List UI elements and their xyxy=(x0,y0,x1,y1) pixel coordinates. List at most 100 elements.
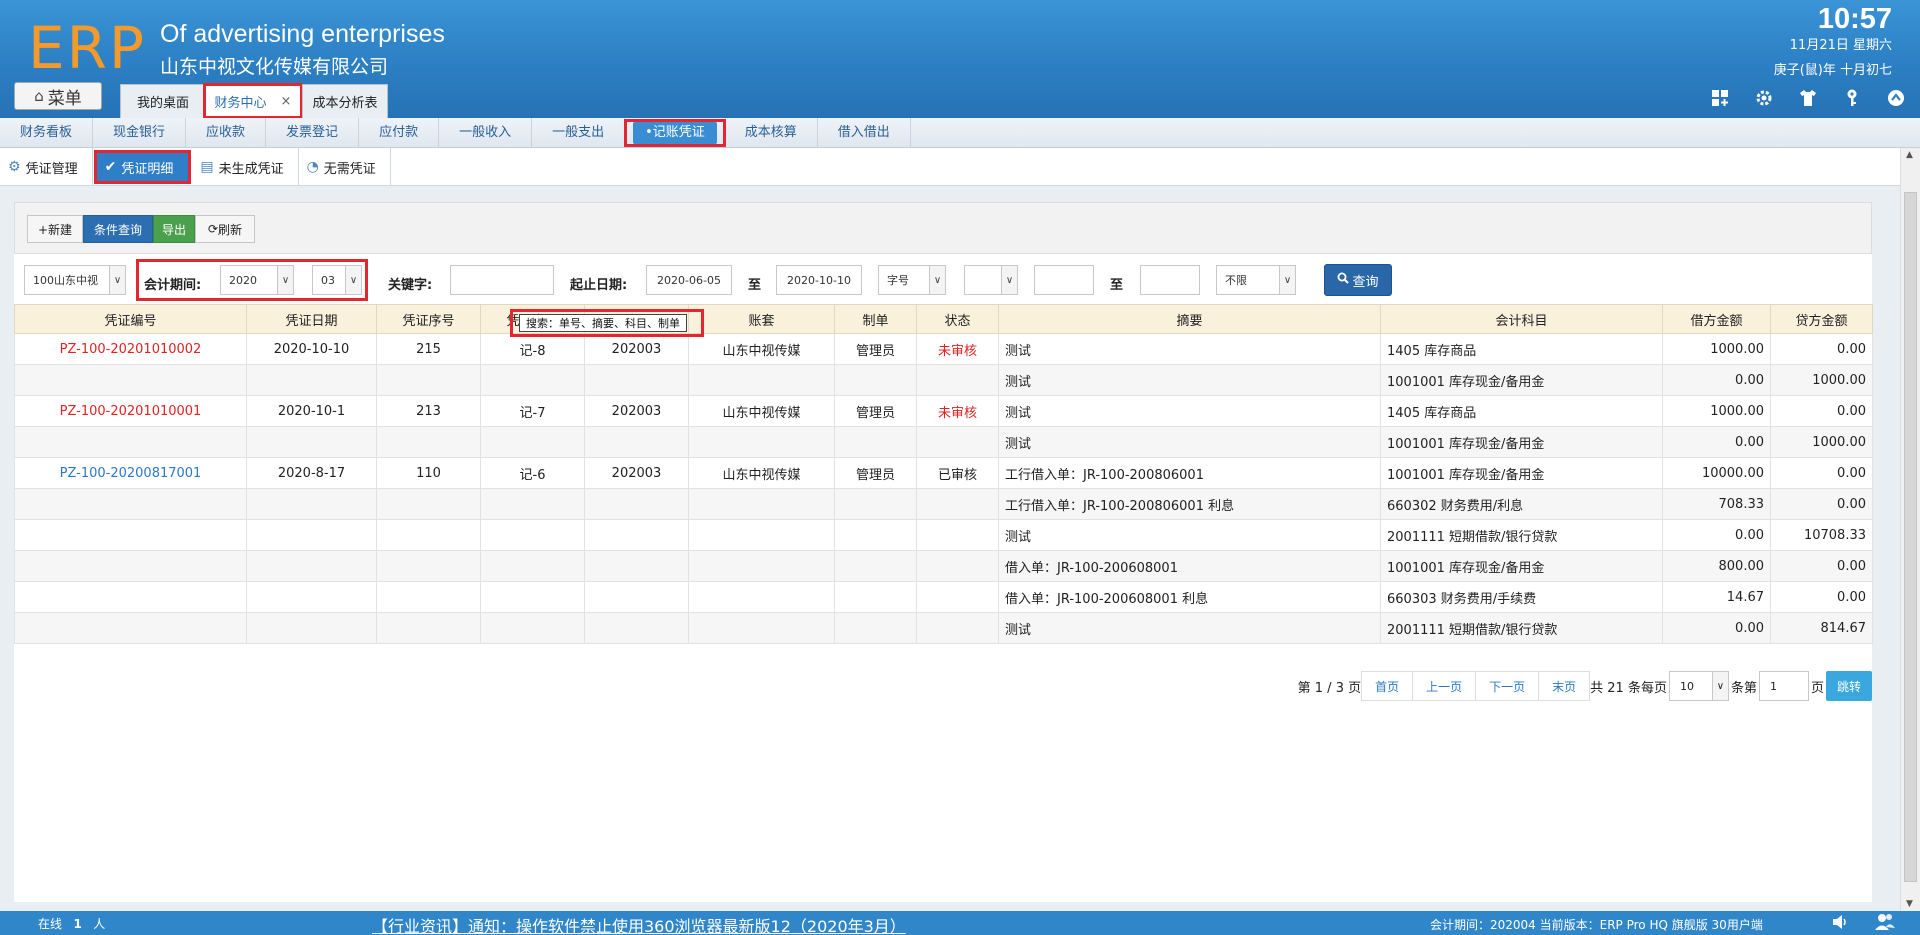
cell xyxy=(480,364,585,396)
subtab-no-voucher-needed[interactable]: ◔ 无需凭证 xyxy=(299,148,391,186)
gear-icon[interactable] xyxy=(1754,88,1774,108)
scrollbar-thumb[interactable] xyxy=(1904,192,1917,882)
key-icon[interactable] xyxy=(1842,88,1862,108)
subtab-voucher-detail[interactable]: ✔ 凭证明细 xyxy=(93,150,192,184)
keyword-input[interactable] xyxy=(450,265,554,295)
new-button[interactable]: +新建 xyxy=(27,215,83,243)
number-to-input[interactable] xyxy=(1140,265,1200,295)
cell: 测试 xyxy=(998,426,1381,458)
table-row[interactable]: 借入单：JR-100-200608001 1001001 库存现金/备用金 80… xyxy=(14,550,1873,582)
first-page-button[interactable]: 首页 xyxy=(1361,671,1414,701)
cell: 202003 xyxy=(584,333,689,365)
page-size-select[interactable]: 10 ∨ xyxy=(1668,671,1729,701)
col-status[interactable]: 状态 xyxy=(916,304,999,334)
table-row[interactable]: 测试 2001111 短期借款/银行贷款 0.00 10708.33 xyxy=(14,519,1873,551)
tab-cost-analysis[interactable]: 成本分析表 xyxy=(302,84,388,118)
module-finance-dashboard[interactable]: 财务看板 xyxy=(0,117,94,148)
col-subject[interactable]: 会计科目 xyxy=(1380,304,1663,334)
condition-query-button[interactable]: 条件查询 xyxy=(83,215,153,243)
grid-add-icon[interactable] xyxy=(1710,88,1730,108)
online-label: 在线 xyxy=(38,917,63,931)
col-creator[interactable]: 制单 xyxy=(834,304,917,334)
speaker-icon[interactable] xyxy=(1830,912,1850,935)
tooltip-text: 搜索：单号、摘要、科目、制单 xyxy=(519,314,687,332)
cell: 2001111 短期借款/银行贷款 xyxy=(1380,612,1663,644)
module-voucher[interactable]: •记账凭证 xyxy=(633,121,717,144)
cell: 1001001 库存现金/备用金 xyxy=(1380,364,1663,396)
date-to-input[interactable]: 2020-10-10 xyxy=(776,265,862,295)
account-set-select[interactable]: 100山东中视 ∨ xyxy=(24,265,126,295)
cell: 814.67 xyxy=(1770,612,1873,644)
table-row[interactable]: 测试 1001001 库存现金/备用金 0.00 1000.00 xyxy=(14,364,1873,396)
limit-select[interactable]: 不限 ∨ xyxy=(1216,265,1296,295)
cell: 工行借入单：JR-100-200806001 xyxy=(998,457,1381,489)
close-icon[interactable]: × xyxy=(281,94,292,109)
module-general-income[interactable]: 一般收入 xyxy=(439,117,533,148)
table-row[interactable]: 测试 2001111 短期借款/银行贷款 0.00 814.67 xyxy=(14,612,1873,644)
sub-nav: ⚙ 凭证管理 ✔ 凭证明细 ▤ 未生成凭证 ◔ 无需凭证 xyxy=(0,148,1900,186)
month-select[interactable]: 03 ∨ xyxy=(312,265,362,295)
subtab-label: 凭证明细 xyxy=(121,161,174,177)
table-row[interactable]: PZ-100-20201010002 2020-10-10 215 记-8 20… xyxy=(14,333,1873,365)
col-summary[interactable]: 摘要 xyxy=(998,304,1381,334)
word-select[interactable]: 字号 ∨ xyxy=(878,265,946,295)
chevron-down-icon: ∨ xyxy=(1279,266,1295,294)
module-invoice-registration[interactable]: 发票登记 xyxy=(266,117,360,148)
subtab-label: 无需凭证 xyxy=(323,161,376,177)
number-from-input[interactable] xyxy=(1034,265,1094,295)
voucher-no-link[interactable]: PZ-100-20201010002 xyxy=(14,333,247,365)
prev-page-button[interactable]: 上一页 xyxy=(1413,671,1477,701)
module-payables[interactable]: 应付款 xyxy=(359,117,440,148)
cell xyxy=(584,550,689,582)
chevron-down-icon: ∨ xyxy=(345,266,361,294)
col-voucher-no[interactable]: 凭证编号 xyxy=(14,304,247,334)
menu-button[interactable]: ⌂ 菜单 xyxy=(14,82,102,110)
subtab-voucher-management[interactable]: ⚙ 凭证管理 xyxy=(0,148,93,186)
col-voucher-date[interactable]: 凭证日期 xyxy=(246,304,377,334)
refresh-button[interactable]: ⟳ 刷新 xyxy=(195,215,255,243)
voucher-no-link[interactable]: PZ-100-20200817001 xyxy=(14,457,247,489)
cell: 0.00 xyxy=(1770,488,1873,520)
table-row[interactable]: PZ-100-20201010001 2020-10-1 213 记-7 202… xyxy=(14,395,1873,427)
tab-my-desktop[interactable]: 我的桌面 xyxy=(120,84,206,118)
scroll-up-icon[interactable]: ▲ xyxy=(1906,150,1913,160)
subtab-ungenerated-voucher[interactable]: ▤ 未生成凭证 xyxy=(192,148,299,186)
scroll-down-icon[interactable]: ▼ xyxy=(1906,899,1913,909)
arrow-up-circle-icon[interactable] xyxy=(1886,88,1906,108)
next-page-button[interactable]: 下一页 xyxy=(1476,671,1540,701)
col-credit[interactable]: 贷方金额 xyxy=(1770,304,1873,334)
news-ticker-link[interactable]: 【行业资讯】通知：操作软件禁止使用360浏览器最新版12（2020年3月） xyxy=(372,913,906,935)
cell: 0.00 xyxy=(1770,550,1873,582)
table-row[interactable]: 测试 1001001 库存现金/备用金 0.00 1000.00 xyxy=(14,426,1873,458)
page-number-input[interactable]: 1 xyxy=(1758,671,1809,701)
table-row[interactable]: 工行借入单：JR-100-200806001 利息 660302 财务费用/利息… xyxy=(14,488,1873,520)
table-row[interactable]: 借入单：JR-100-200608001 利息 660303 财务费用/手续费 … xyxy=(14,581,1873,613)
year-select[interactable]: 2020 ∨ xyxy=(220,265,294,295)
cell: 测试 xyxy=(998,364,1381,396)
cell: 测试 xyxy=(998,395,1381,427)
cell xyxy=(584,612,689,644)
module-cost-accounting[interactable]: 成本核算 xyxy=(725,117,818,148)
search-button[interactable]: 查询 xyxy=(1324,264,1392,296)
company-name: 山东中视文化传媒有限公司 xyxy=(160,56,389,78)
users-icon[interactable] xyxy=(1874,912,1896,935)
shirt-icon[interactable] xyxy=(1798,88,1818,108)
col-account-set[interactable]: 账套 xyxy=(688,304,835,334)
vertical-scrollbar[interactable]: ▲ ▼ xyxy=(1900,148,1920,911)
jump-button[interactable]: 跳转 xyxy=(1826,671,1872,701)
col-voucher-seq[interactable]: 凭证序号 xyxy=(376,304,481,334)
date-from-input[interactable]: 2020-06-05 xyxy=(646,265,732,295)
module-borrow-lend[interactable]: 借入借出 xyxy=(818,117,911,148)
col-debit[interactable]: 借方金额 xyxy=(1662,304,1771,334)
table-row[interactable]: PZ-100-20200817001 2020-8-17 110 记-6 202… xyxy=(14,457,1873,489)
module-general-expense[interactable]: 一般支出 xyxy=(532,117,626,148)
last-page-button[interactable]: 末页 xyxy=(1539,671,1591,701)
word-number-select[interactable]: ∨ xyxy=(964,265,1018,295)
tab-finance-center[interactable]: 财务中心 × xyxy=(203,83,303,119)
voucher-no-link[interactable]: PZ-100-20201010001 xyxy=(14,395,247,427)
module-cash-bank[interactable]: 现金银行 xyxy=(93,117,187,148)
cell xyxy=(246,581,377,613)
module-receivables[interactable]: 应收款 xyxy=(186,117,267,148)
cell xyxy=(834,550,917,582)
export-button[interactable]: 导出 xyxy=(153,215,195,243)
